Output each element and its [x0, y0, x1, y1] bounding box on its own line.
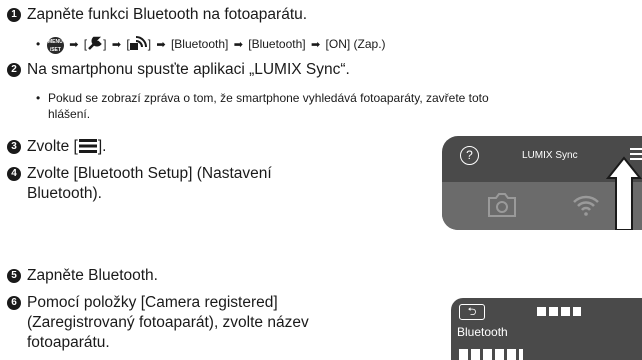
bluetooth-settings-screenshot: ⮌ Bluetooth	[451, 298, 642, 360]
menu-set-icon: MENU/SET	[46, 37, 64, 54]
step-3-text: Zvolte [].	[27, 137, 106, 157]
step-2-note-line1: Pokud se zobrazí zpráva o tom, že smartp…	[48, 91, 489, 105]
step-1-menu-path: • MENU/SET ➡ [] ➡ [] ➡ [Bluetooth] ➡ [Bl…	[36, 35, 386, 54]
pointer-arrow-icon	[605, 156, 642, 230]
device-name-placeholder	[459, 349, 523, 360]
arrow-right-icon: ➡	[111, 39, 122, 51]
arrow-right-icon: ➡	[156, 39, 166, 51]
step-number-2: 2	[7, 63, 21, 77]
back-button: ⮌	[459, 304, 485, 320]
step-number-4: 4	[7, 167, 21, 181]
help-icon: ?	[460, 146, 479, 165]
wifi-icon	[573, 195, 599, 216]
step-5-text: Zapněte Bluetooth.	[27, 267, 158, 284]
menu-item-bluetooth: [Bluetooth]	[170, 37, 229, 51]
step-6-text-line1: Pomocí položky [Camera registered]	[27, 294, 278, 311]
step-number-6: 6	[7, 296, 21, 310]
step-2-note-line2: hlášení.	[48, 107, 91, 121]
menu-item-on: [ON] (Zap.)	[325, 37, 386, 51]
section-label: Bluetooth	[457, 325, 508, 339]
step-4-text-line2: Bluetooth).	[27, 185, 102, 202]
step-1-text: Zapněte funkci Bluetooth na fotoaparátu.	[27, 6, 308, 23]
bracket: ]	[103, 37, 107, 51]
title-placeholder	[537, 307, 581, 316]
step-2-text: Na smartphonu spusťte aplikaci „LUMIX Sy…	[27, 61, 350, 78]
camera-wireless-icon	[129, 36, 147, 50]
arrow-right-icon: ➡	[233, 39, 243, 51]
camera-icon	[488, 193, 516, 217]
step-3-label: Zvolte [	[27, 138, 78, 155]
step-6-text-line3: fotoaparátu.	[27, 334, 110, 351]
bullet: •	[36, 37, 41, 51]
step-number-1: 1	[7, 8, 21, 22]
lumix-sync-home-screenshot: ? LUMIX Sync	[442, 136, 642, 230]
app-title: LUMIX Sync	[522, 150, 578, 161]
step-4-text-line1: Zvolte [Bluetooth Setup] (Nastavení	[27, 165, 272, 182]
step-number-3: 3	[7, 140, 21, 154]
step-3-close: ].	[97, 138, 107, 155]
menu-item-bluetooth: [Bluetooth]	[248, 37, 306, 51]
step-6-text-line2: (Zaregistrovaný fotoaparát), zvolte náze…	[27, 314, 309, 331]
bracket: ]	[147, 37, 152, 51]
hamburger-icon	[78, 139, 97, 153]
step-2-note-bullet: •	[36, 91, 41, 105]
step-number-5: 5	[7, 269, 21, 283]
wrench-icon	[88, 36, 102, 50]
arrow-right-icon: ➡	[310, 39, 321, 51]
arrow-right-icon: ➡	[69, 39, 79, 51]
